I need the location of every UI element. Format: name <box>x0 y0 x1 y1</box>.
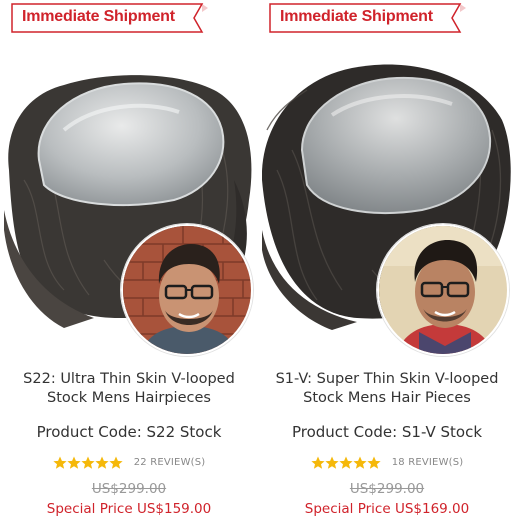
rating-row: 22 REVIEW(S) <box>0 452 258 471</box>
product-title[interactable]: S22: Ultra Thin Skin V-looped Stock Mens… <box>0 370 258 408</box>
product-title[interactable]: S1-V: Super Thin Skin V-looped Stock Men… <box>258 370 516 408</box>
immediate-shipment-badge: Immediate Shipment <box>10 2 210 34</box>
immediate-shipment-badge: Immediate Shipment <box>268 2 468 34</box>
special-price: Special Price US$169.00 <box>258 501 516 517</box>
product-card: Immediate Shipment S22: Ultra Thin Skin … <box>0 0 258 528</box>
old-price: US$299.00 <box>91 481 167 497</box>
product-title-line: S22: Ultra Thin Skin V-looped <box>23 371 235 387</box>
special-price-label: Special Price <box>46 501 133 517</box>
product-title-line: Stock Mens Hairpieces <box>47 390 211 406</box>
product-image[interactable]: Immediate Shipment <box>262 0 512 356</box>
product-code: Product Code: S22 Stock <box>36 423 222 441</box>
product-card: Immediate Shipment S1-V: Super Thin Skin… <box>258 0 516 528</box>
star-rating-icon <box>52 456 123 469</box>
customer-avatar <box>377 224 509 356</box>
star-rating-icon <box>310 456 381 469</box>
special-price-value: US$159.00 <box>136 501 212 517</box>
product-title-line: Stock Mens Hair Pieces <box>303 390 471 406</box>
badge-label: Immediate Shipment <box>280 8 433 25</box>
product-image[interactable]: Immediate Shipment <box>4 0 254 356</box>
product-title-line: S1-V: Super Thin Skin V-looped <box>275 371 499 387</box>
special-price: Special Price US$159.00 <box>0 501 258 517</box>
old-price: US$299.00 <box>349 481 425 497</box>
product-code: Product Code: S1-V Stock <box>291 423 483 441</box>
badge-label: Immediate Shipment <box>22 8 175 25</box>
special-price-label: Special Price <box>304 501 391 517</box>
customer-avatar <box>121 224 253 356</box>
special-price-value: US$169.00 <box>394 501 470 517</box>
reviews-link[interactable]: 22 REVIEW(S) <box>134 457 206 468</box>
reviews-link[interactable]: 18 REVIEW(S) <box>392 457 464 468</box>
rating-row: 18 REVIEW(S) <box>258 452 516 471</box>
